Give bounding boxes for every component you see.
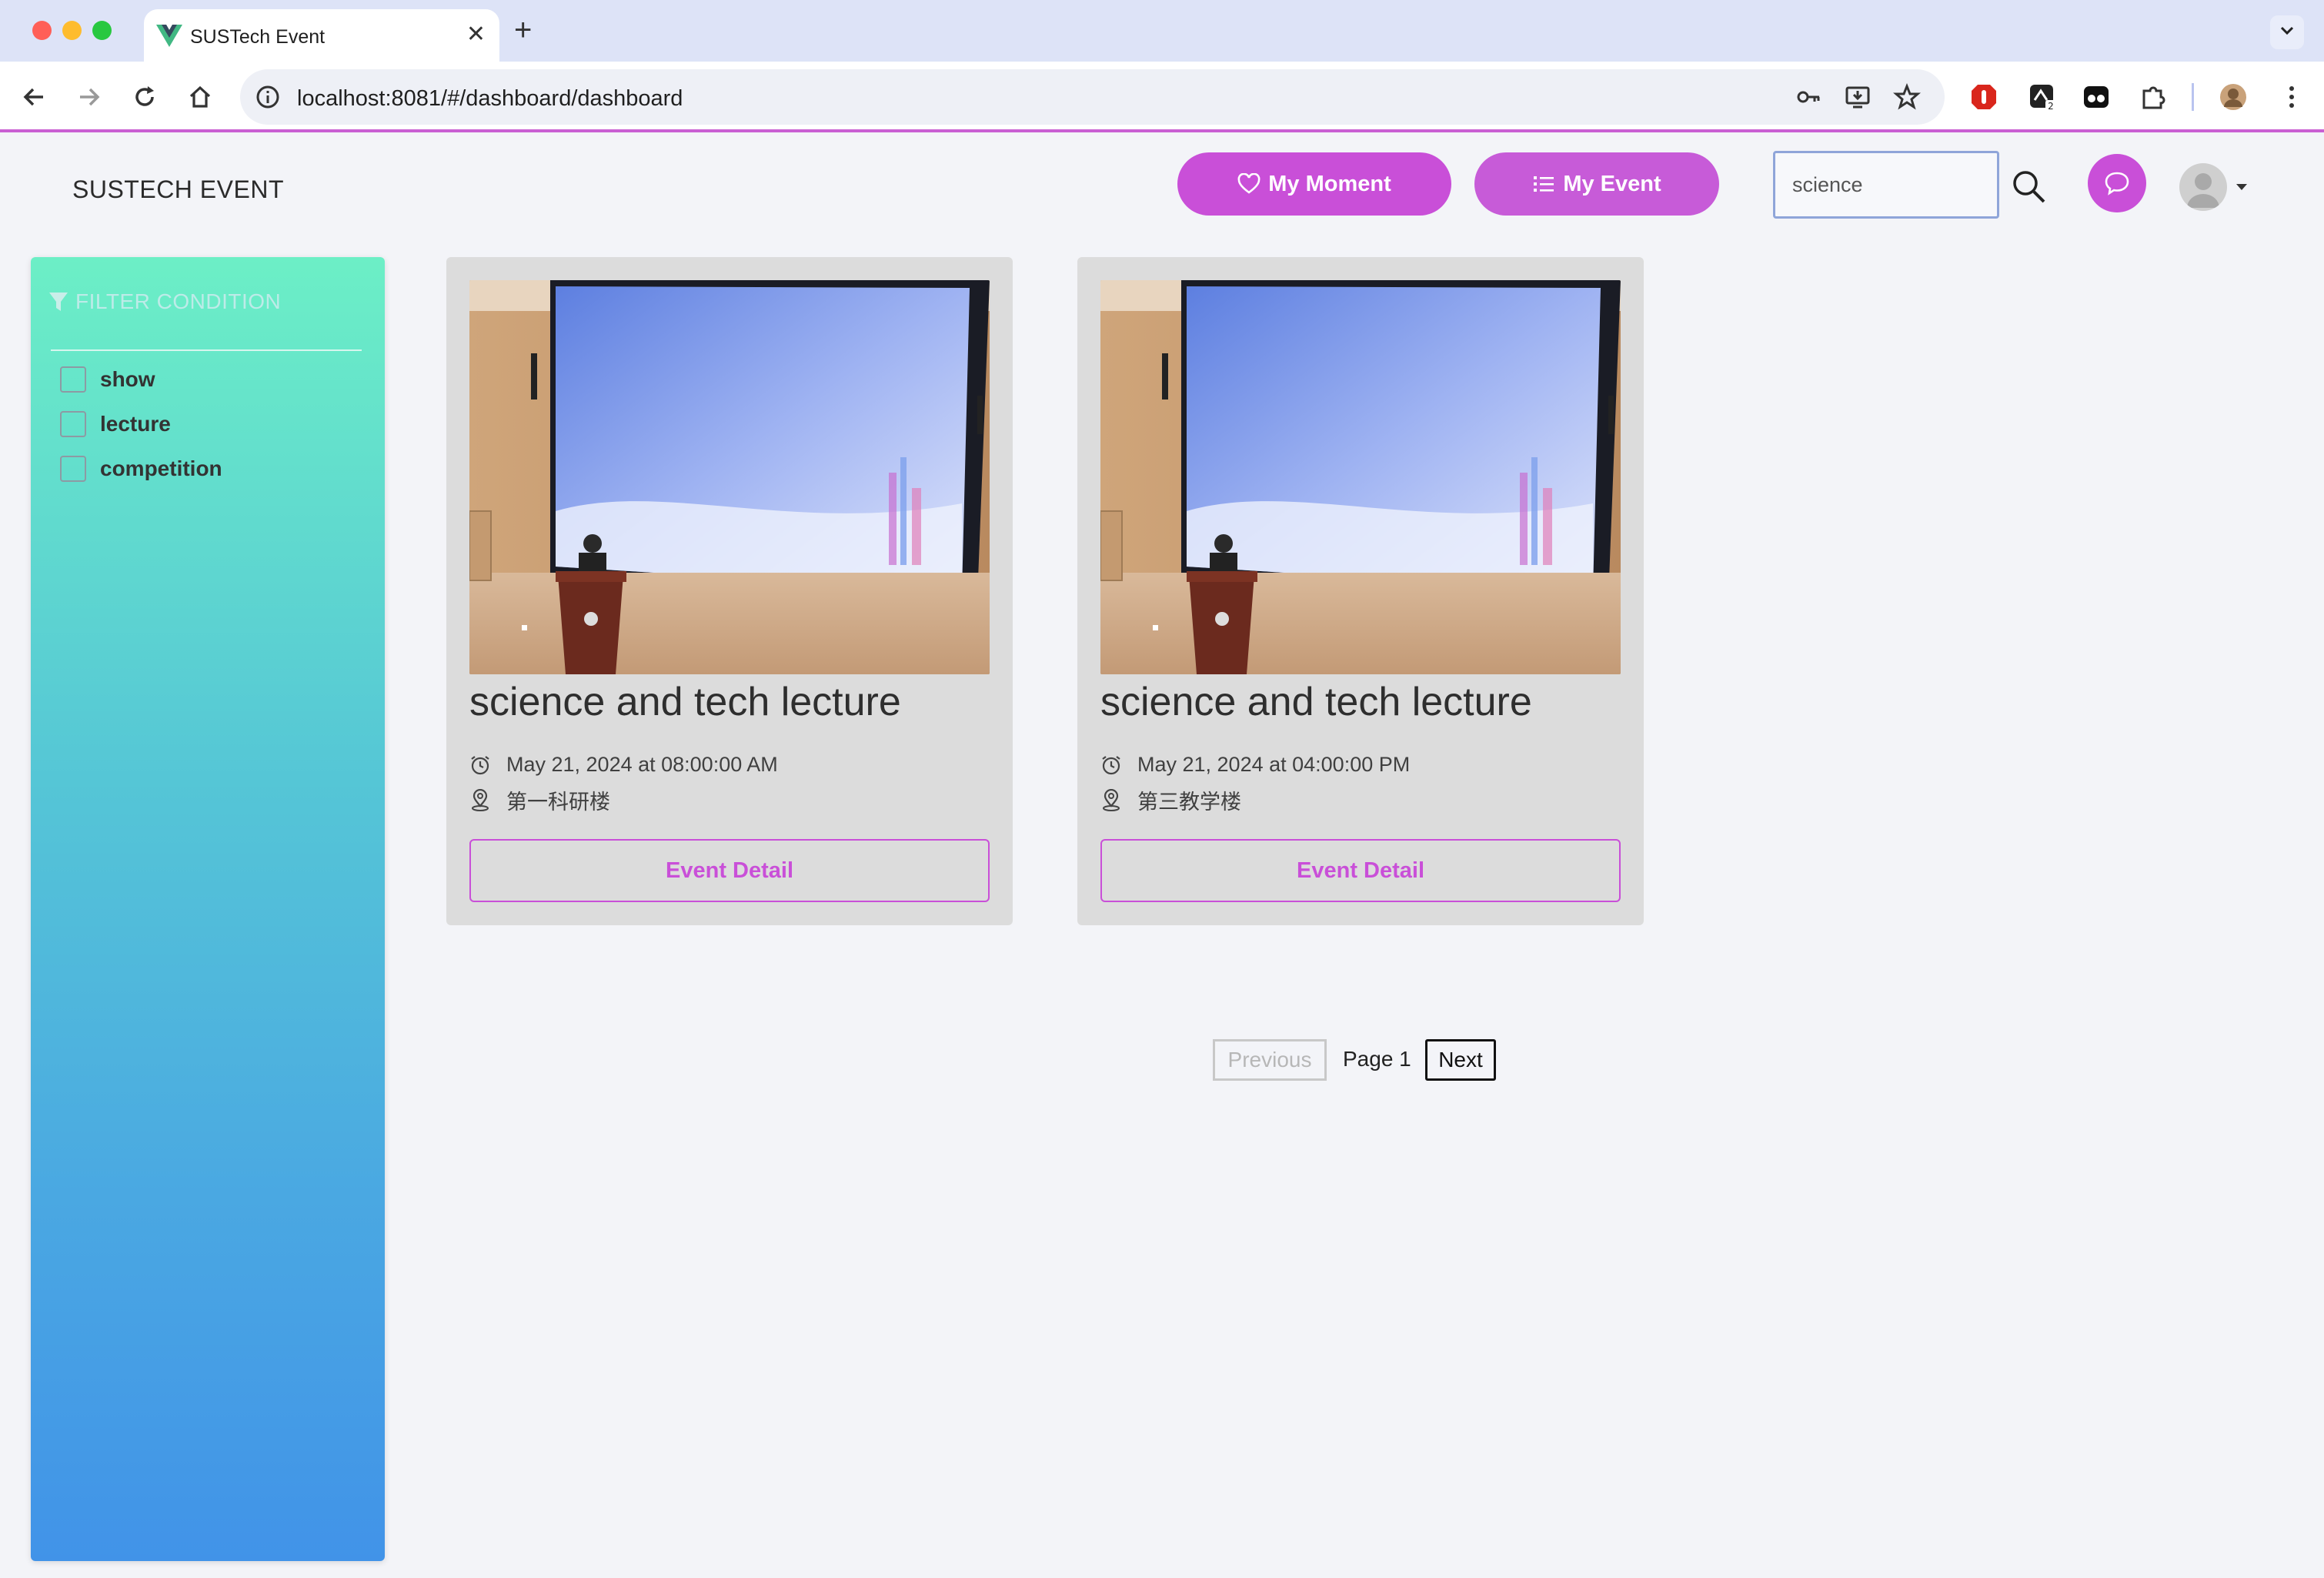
filter-option-label: show bbox=[100, 367, 155, 391]
filter-option-competition[interactable]: competition bbox=[60, 456, 222, 482]
window-zoom-button[interactable] bbox=[92, 21, 112, 40]
puzzle-extensions-icon[interactable] bbox=[2138, 82, 2169, 112]
alarm-clock-icon bbox=[471, 755, 489, 774]
lecture-hall-illustration bbox=[1100, 280, 1621, 674]
extension-badge-icon[interactable]: 2 bbox=[2027, 82, 2058, 112]
filter-sidebar: FILTER CONDITION show lecture competitio… bbox=[31, 257, 385, 1561]
chevron-down-icon bbox=[2280, 26, 2294, 35]
reload-icon[interactable] bbox=[131, 83, 159, 111]
browser-toolbar: localhost:8081/#/dashboard/dashboard 2 bbox=[0, 62, 2324, 132]
search-icon[interactable] bbox=[2010, 168, 2047, 205]
lecture-hall-illustration bbox=[469, 280, 990, 674]
checkbox[interactable] bbox=[60, 411, 86, 437]
event-detail-button[interactable]: Event Detail bbox=[1100, 839, 1621, 902]
home-icon[interactable] bbox=[186, 83, 214, 111]
my-moment-label: My Moment bbox=[1268, 171, 1391, 196]
chat-bubble-icon bbox=[2105, 172, 2129, 196]
heart-icon bbox=[1237, 173, 1261, 194]
address-bar[interactable]: localhost:8081/#/dashboard/dashboard bbox=[240, 69, 1945, 125]
filter-option-lecture[interactable]: lecture bbox=[60, 411, 171, 437]
more-menu-icon[interactable] bbox=[2276, 82, 2307, 112]
filter-option-label: lecture bbox=[100, 412, 171, 436]
filter-title: FILTER CONDITION bbox=[48, 289, 281, 314]
forward-arrow-icon[interactable] bbox=[75, 83, 103, 111]
checkbox[interactable] bbox=[60, 456, 86, 482]
password-key-icon[interactable] bbox=[1795, 83, 1822, 111]
previous-page-button[interactable]: Previous bbox=[1213, 1039, 1327, 1081]
filter-option-label: competition bbox=[100, 456, 222, 480]
filter-divider bbox=[51, 349, 362, 351]
my-moment-button[interactable]: My Moment bbox=[1177, 152, 1451, 216]
list-icon bbox=[1534, 176, 1554, 192]
search-input[interactable] bbox=[1773, 151, 1999, 219]
glasses-extension-icon[interactable] bbox=[2081, 82, 2112, 112]
window-minimize-button[interactable] bbox=[62, 21, 82, 40]
profile-avatar-icon[interactable] bbox=[2218, 82, 2249, 112]
tab-close-icon[interactable]: ✕ bbox=[466, 22, 486, 48]
page-indicator: Page 1 bbox=[1343, 1047, 1411, 1071]
adblock-extension-icon[interactable] bbox=[1968, 82, 1999, 112]
event-card: science and tech lecture May 21, 2024 at… bbox=[446, 257, 1013, 925]
tab-title: SUSTech Event bbox=[190, 26, 326, 48]
event-card: science and tech lecture May 21, 2024 at… bbox=[1077, 257, 1644, 925]
browser-tab-active[interactable]: SUSTech Event ✕ bbox=[144, 9, 499, 62]
event-location: 第三教学楼 bbox=[1137, 791, 1241, 814]
tab-search-button[interactable] bbox=[2270, 15, 2304, 49]
event-datetime: May 21, 2024 at 08:00:00 AM bbox=[506, 753, 778, 776]
event-datetime: May 21, 2024 at 04:00:00 PM bbox=[1137, 753, 1411, 776]
event-photo[interactable] bbox=[1100, 280, 1621, 674]
caret-down-icon[interactable] bbox=[2235, 180, 2249, 194]
checkbox[interactable] bbox=[60, 366, 86, 393]
url-text: localhost:8081/#/dashboard/dashboard bbox=[297, 86, 683, 111]
next-page-button[interactable]: Next bbox=[1425, 1039, 1496, 1081]
app-brand[interactable]: SUSTECH EVENT bbox=[72, 176, 284, 204]
my-event-button[interactable]: My Event bbox=[1474, 152, 1719, 216]
install-app-icon[interactable] bbox=[1844, 83, 1872, 111]
event-detail-button[interactable]: Event Detail bbox=[469, 839, 990, 902]
window-close-button[interactable] bbox=[32, 21, 52, 40]
event-location: 第一科研楼 bbox=[506, 791, 610, 814]
browser-tab-bar: SUSTech Event ✕ + bbox=[0, 0, 2324, 62]
back-arrow-icon[interactable] bbox=[20, 83, 48, 111]
chat-button[interactable] bbox=[2088, 154, 2146, 212]
toolbar-divider bbox=[2192, 83, 2194, 111]
new-tab-button[interactable]: + bbox=[514, 12, 532, 48]
event-title[interactable]: science and tech lecture bbox=[1100, 679, 1532, 725]
event-datetime-row: May 21, 2024 at 04:00:00 PM bbox=[1100, 753, 1410, 777]
filter-title-label: FILTER CONDITION bbox=[75, 289, 282, 313]
event-title[interactable]: science and tech lecture bbox=[469, 679, 901, 725]
info-icon[interactable] bbox=[254, 83, 282, 111]
event-photo[interactable] bbox=[469, 280, 990, 674]
svg-text:2: 2 bbox=[2048, 101, 2054, 112]
user-avatar[interactable] bbox=[2179, 163, 2227, 211]
event-location-row: 第一科研楼 bbox=[469, 785, 610, 815]
bookmark-star-icon[interactable] bbox=[1893, 83, 1921, 111]
location-pin-icon bbox=[472, 788, 489, 811]
user-silhouette-icon bbox=[2187, 173, 2219, 208]
filter-option-show[interactable]: show bbox=[60, 366, 155, 393]
event-datetime-row: May 21, 2024 at 08:00:00 AM bbox=[469, 753, 778, 777]
my-event-label: My Event bbox=[1563, 171, 1661, 196]
event-location-row: 第三教学楼 bbox=[1100, 785, 1241, 815]
location-pin-icon bbox=[1103, 788, 1120, 811]
vue-logo-icon bbox=[156, 25, 182, 47]
filter-funnel-icon bbox=[49, 293, 68, 311]
alarm-clock-icon bbox=[1102, 755, 1120, 774]
